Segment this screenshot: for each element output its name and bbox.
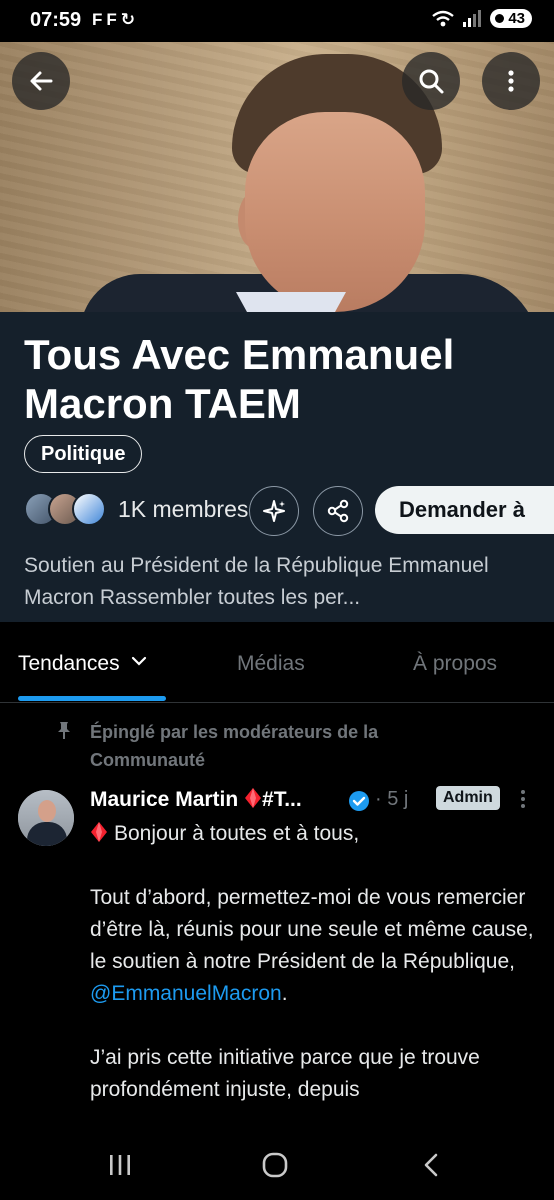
signal-icon: [463, 9, 482, 27]
system-navigation-bar: [0, 1130, 554, 1200]
sync-icon: ↻: [120, 10, 136, 29]
post-paragraph-text: Tout d’abord, permettez-moi de vous reme…: [90, 886, 534, 973]
wifi-icon: [432, 10, 455, 26]
post-text: Bonjour à toutes et à tous, Tout d’abord…: [90, 818, 540, 1138]
share-button[interactable]: [313, 486, 363, 536]
status-bar: 07:59 F F ↻ 43: [0, 0, 554, 42]
more-vertical-icon: [508, 70, 514, 92]
community-banner-image: [0, 42, 554, 312]
search-icon: [419, 69, 444, 94]
post-paragraph: J’ai pris cette initiative parce que je …: [90, 1046, 480, 1101]
community-title: Tous Avec Emmanuel Macron TAEM: [24, 331, 455, 427]
share-icon: [327, 499, 349, 523]
pinned-label: Épinglé par les modérateurs de la Commun…: [90, 722, 379, 770]
red-diamond-icon: [245, 788, 262, 808]
status-time: 07:59: [30, 9, 82, 31]
admin-badge: Admin: [436, 786, 500, 810]
red-diamond-icon: [91, 822, 107, 842]
back-nav-icon[interactable]: [420, 1152, 442, 1178]
post-more-button[interactable]: [518, 788, 528, 816]
members-count: 1K membres: [118, 495, 249, 522]
author-avatar[interactable]: [18, 790, 74, 846]
recent-apps-icon[interactable]: [107, 1152, 133, 1178]
sparkle-icon: [263, 500, 285, 522]
back-arrow-icon: [30, 71, 53, 91]
post-paragraph-end: .: [281, 982, 288, 1005]
post-greeting: Bonjour à toutes et à tous,: [114, 822, 360, 845]
post-time: · 5 j: [375, 788, 409, 810]
member-avatar: [72, 492, 106, 526]
author-name[interactable]: Maurice Martin #T...: [90, 787, 302, 812]
notification-icon: F: [92, 10, 103, 29]
notification-icons: F F ↻: [92, 10, 135, 30]
tab-media[interactable]: Médias: [237, 652, 305, 676]
members-link[interactable]: 1K membres: [24, 492, 248, 526]
verified-badge-icon: [349, 791, 369, 811]
community-description: Soutien au Président de la République Em…: [24, 554, 489, 609]
more-vertical-icon: [521, 790, 525, 808]
category-chip[interactable]: Politique: [24, 435, 143, 473]
active-tab-indicator: [18, 696, 166, 701]
post-paragraph: Tout d’abord, permettez-moi de vous reme…: [90, 882, 540, 1010]
request-join-button[interactable]: Demander à: [375, 486, 554, 534]
community-tabs: Tendances Médias À propos: [0, 622, 554, 703]
tab-about[interactable]: À propos: [413, 652, 497, 676]
more-options-button[interactable]: [482, 52, 540, 110]
tab-trending[interactable]: Tendances: [18, 652, 147, 676]
sparkle-button[interactable]: [249, 486, 299, 536]
home-icon[interactable]: [261, 1152, 289, 1178]
search-button[interactable]: [402, 52, 460, 110]
chevron-down-icon: [132, 656, 147, 666]
tab-label: Tendances: [18, 652, 120, 675]
community-header: Tous Avec Emmanuel Macron TAEM Politique…: [0, 312, 554, 622]
back-button[interactable]: [12, 52, 70, 110]
author-name-text: Maurice Martin: [90, 788, 239, 811]
notification-icon: F: [106, 10, 117, 29]
mention-link[interactable]: @EmmanuelMacron: [90, 982, 282, 1005]
post-paragraph: Bonjour à toutes et à tous,: [90, 818, 540, 850]
author-handle-suffix: #T...: [262, 788, 302, 811]
battery-indicator: 43: [490, 9, 532, 28]
pin-icon: [58, 722, 70, 739]
